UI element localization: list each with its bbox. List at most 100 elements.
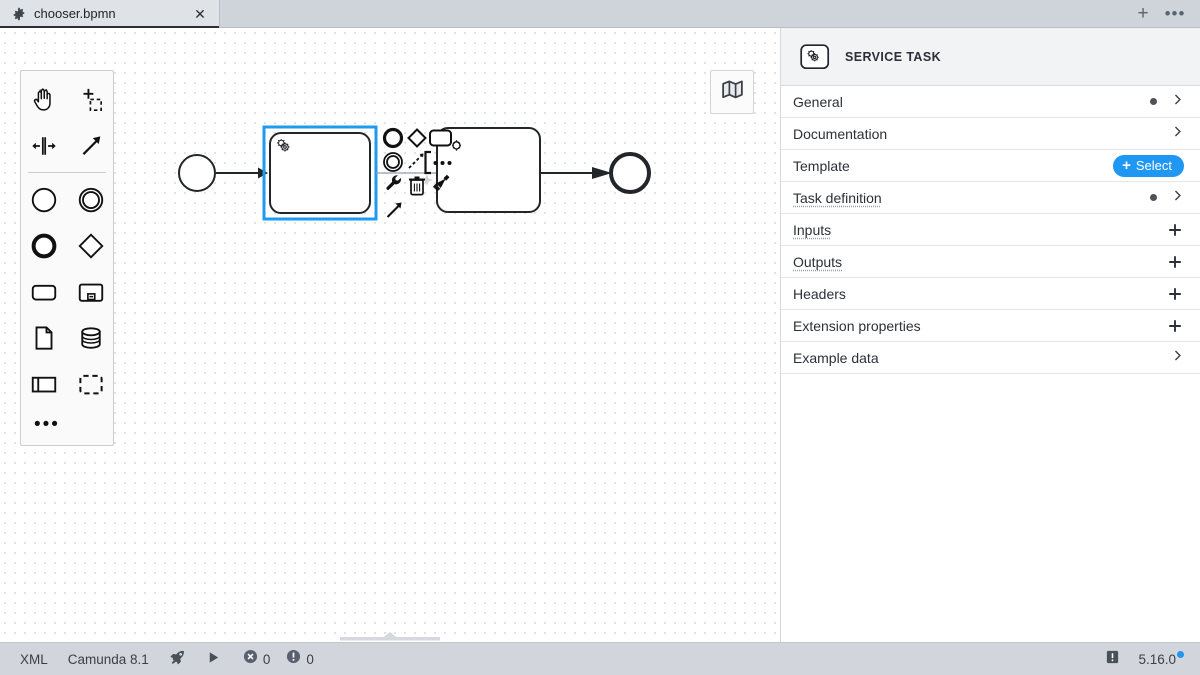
chevron-right-icon[interactable] (1171, 125, 1184, 143)
gear-icon (12, 7, 26, 21)
property-group-extension-properties[interactable]: Extension properties (781, 310, 1200, 342)
create-participant[interactable] (20, 361, 67, 407)
lasso-tool[interactable] (67, 77, 114, 123)
warning-badge[interactable]: 0 (280, 649, 320, 669)
tab-bar-actions: + ••• (1130, 0, 1200, 27)
property-group-headers[interactable]: Headers (781, 278, 1200, 310)
property-group-template[interactable]: Template + Select (781, 150, 1200, 182)
close-icon[interactable]: ✕ (191, 5, 209, 23)
properties-panel-title: SERVICE TASK (845, 49, 942, 64)
error-count: 0 (262, 651, 271, 667)
property-group-label: Example data (793, 349, 879, 366)
version-info-button[interactable]: 5.16.0 (1128, 651, 1188, 667)
delete-icon (409, 176, 425, 196)
status-bar: XML Camunda 8.1 0 0 5.16.0 (0, 642, 1200, 675)
play-icon (206, 650, 221, 668)
map-icon (720, 77, 745, 107)
wrench-icon (386, 175, 401, 190)
append-text-annotation-icon (424, 150, 431, 175)
chevron-right-icon[interactable] (1171, 189, 1184, 207)
property-group-inputs[interactable]: Inputs (781, 214, 1200, 246)
property-group-controls (1171, 349, 1184, 367)
paintbrush-icon (432, 174, 450, 192)
palette-more-label: ••• (34, 413, 60, 435)
toggle-xml-button[interactable]: XML (10, 643, 58, 675)
create-intermediate-event[interactable] (67, 177, 114, 223)
create-start-event[interactable] (20, 177, 67, 223)
tab-title: chooser.bpmn (34, 6, 116, 21)
problem-badges: 0 0 (231, 649, 320, 669)
app-window: chooser.bpmn ✕ + ••• ••• SERVICE TASK Ge… (0, 0, 1200, 675)
create-task[interactable] (20, 269, 67, 315)
create-end-event[interactable] (20, 223, 67, 269)
service-task-selected (262, 125, 378, 221)
property-group-label: General (793, 93, 843, 110)
property-group-label: Extension properties (793, 317, 921, 334)
properties-panel: SERVICE TASK General Documentation Templ… (780, 28, 1200, 642)
main-area: ••• SERVICE TASK General Documentation T… (0, 28, 1200, 642)
property-group-controls (1150, 93, 1184, 111)
property-group-label: Task definition (793, 189, 882, 206)
property-group-controls (1166, 221, 1184, 239)
error-badge[interactable]: 0 (237, 649, 277, 669)
new-tab-button[interactable]: + (1130, 3, 1156, 25)
create-gateway[interactable] (67, 223, 114, 269)
select-template-button[interactable]: + Select (1113, 154, 1184, 177)
tab-chooser-bpmn[interactable]: chooser.bpmn ✕ (0, 0, 220, 28)
rocket-icon (169, 649, 186, 669)
engine-version-label: Camunda 8.1 (67, 651, 149, 667)
add-extension-property-button[interactable] (1166, 317, 1184, 335)
tab-bar: chooser.bpmn ✕ + ••• (0, 0, 1200, 28)
property-group-label: Outputs (793, 253, 843, 270)
property-group-documentation[interactable]: Documentation (781, 118, 1200, 150)
gears-icon (277, 139, 290, 152)
property-group-controls (1166, 317, 1184, 335)
minimap-toggle-button[interactable] (710, 70, 754, 114)
hand-tool[interactable] (20, 77, 67, 123)
property-group-controls (1166, 285, 1184, 303)
log-button[interactable] (1097, 649, 1128, 670)
property-group-controls: + Select (1113, 154, 1184, 177)
add-header-button[interactable] (1166, 285, 1184, 303)
chevron-right-icon[interactable] (1171, 93, 1184, 111)
select-template-label: Select (1135, 158, 1172, 173)
sequence-flow-3 (540, 167, 612, 179)
warning-icon (286, 649, 301, 669)
space-tool[interactable] (20, 123, 67, 169)
property-group-label: Headers (793, 285, 846, 302)
property-group-example-data[interactable]: Example data (781, 342, 1200, 374)
chevron-right-icon[interactable] (1171, 349, 1184, 367)
palette-tools-group (20, 77, 114, 169)
bpmn-canvas[interactable]: ••• (0, 28, 780, 642)
palette-divider (28, 172, 106, 173)
add-input-button[interactable] (1166, 221, 1184, 239)
property-group-task-definition[interactable]: Task definition (781, 182, 1200, 214)
start-event (178, 154, 216, 192)
property-group-general[interactable]: General (781, 86, 1200, 118)
global-connect-tool[interactable] (67, 123, 114, 169)
property-group-label: Template (793, 157, 850, 174)
create-subprocess-expanded[interactable] (67, 269, 114, 315)
property-group-controls (1150, 189, 1184, 207)
create-group[interactable] (67, 361, 114, 407)
change-element-icon (452, 140, 461, 151)
plus-icon: + (1122, 157, 1131, 174)
update-available-dot (1177, 651, 1184, 658)
end-event (609, 152, 651, 194)
bpmn-diagram (0, 28, 780, 642)
canvas-drawer-handle[interactable] (330, 628, 450, 642)
property-group-controls (1171, 125, 1184, 143)
create-data-object[interactable] (20, 315, 67, 361)
property-group-outputs[interactable]: Outputs (781, 246, 1200, 278)
warning-count: 0 (306, 651, 314, 667)
deploy-button[interactable] (159, 643, 196, 675)
more-options-icon (433, 161, 452, 165)
create-data-store[interactable] (67, 315, 114, 361)
add-output-button[interactable] (1166, 253, 1184, 271)
palette-more-button[interactable]: ••• (20, 407, 114, 441)
properties-panel-header: SERVICE TASK (781, 28, 1200, 86)
tab-overflow-button[interactable]: ••• (1162, 3, 1188, 25)
tab-bar-spacer (220, 0, 1130, 27)
append-gateway-icon (407, 128, 427, 148)
run-button[interactable] (196, 643, 231, 675)
